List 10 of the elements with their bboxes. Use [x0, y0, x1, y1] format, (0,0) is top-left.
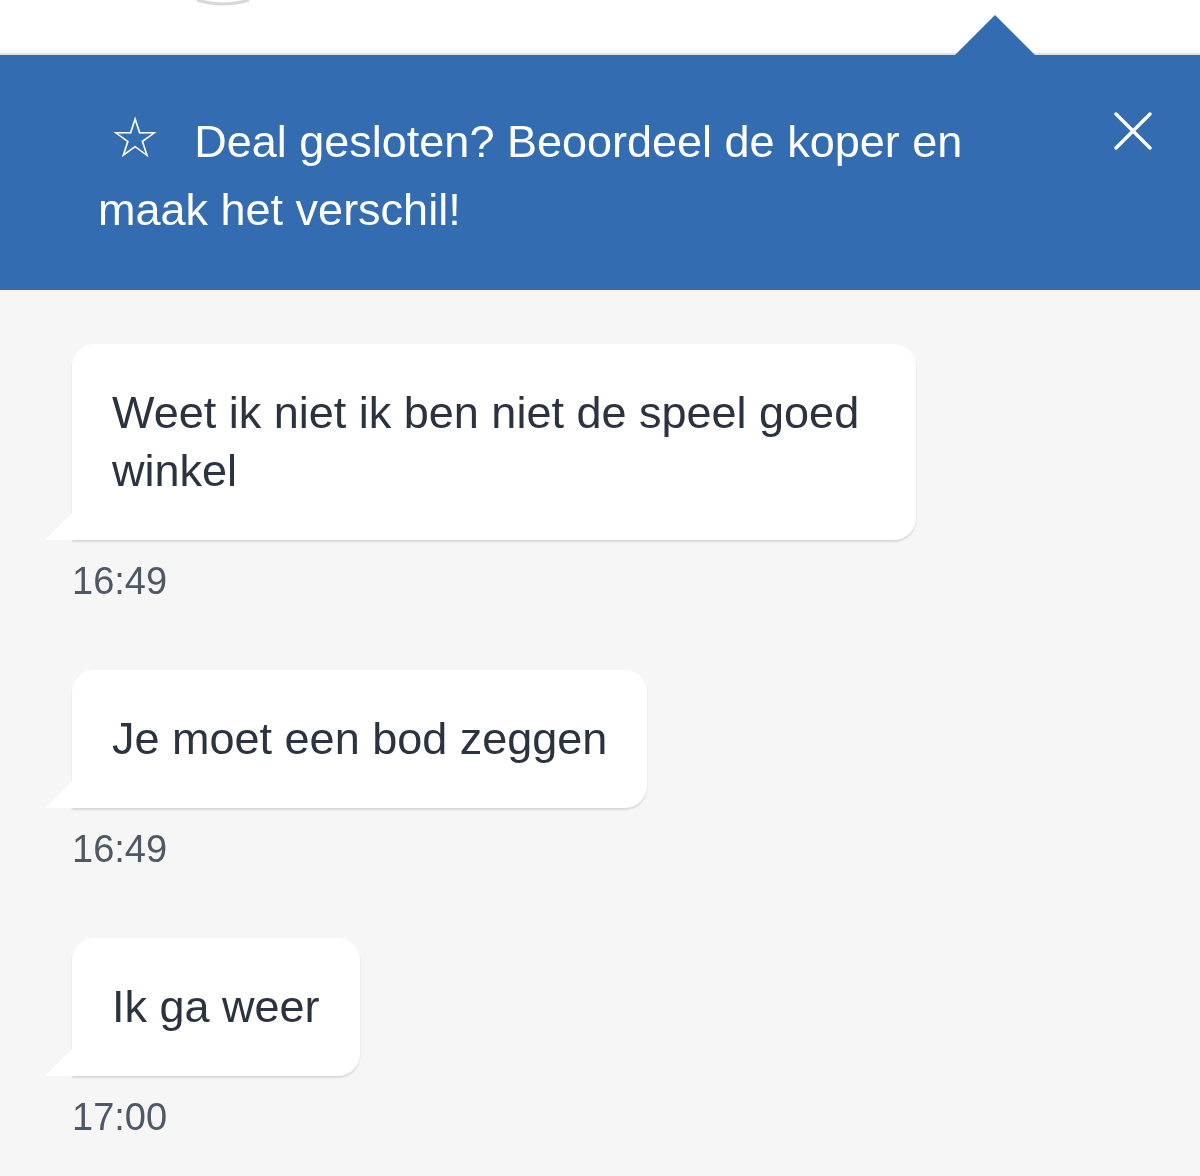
banner-message: ☆ Deal gesloten? Beoordeel de koper en maak het verschil!: [98, 104, 964, 237]
message-time: 17:00: [72, 1095, 168, 1139]
circle-edge-icon: [195, 0, 251, 6]
close-icon: [1114, 112, 1152, 150]
message-time: 16:49: [72, 559, 168, 603]
message-text: Je moet een bod zeggen: [112, 712, 608, 766]
close-button[interactable]: [1114, 112, 1152, 150]
message-time: 16:49: [72, 827, 168, 871]
message-text: Weet ik niet ik ben niet de speel goed winkel: [112, 386, 861, 498]
message-text: Ik ga weer: [112, 980, 320, 1034]
